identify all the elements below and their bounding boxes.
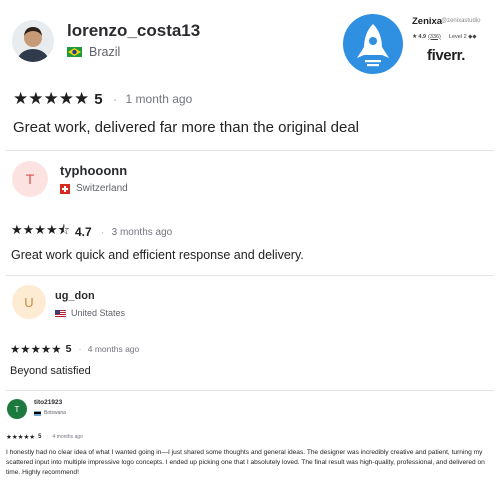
review-text: Great work quick and efficient response … <box>11 248 304 262</box>
star-rating-icon: ★★★★★ <box>13 89 90 108</box>
avatar-initial: T <box>14 404 20 414</box>
avatar-letter: U <box>12 285 46 319</box>
country-label: Brazil <box>89 45 121 59</box>
avatar-letter: T <box>7 399 27 419</box>
united-states-flag-icon <box>55 309 66 317</box>
rating-row: ★★★★★ 5 · 4 months ago <box>10 342 139 356</box>
divider <box>6 390 494 391</box>
rocket-icon <box>357 24 389 67</box>
rating-value: 5 <box>65 343 72 355</box>
review-text: I honestly had no clear idea of what I w… <box>6 449 485 476</box>
separator-dot: · <box>112 90 118 108</box>
rating-value: 5 <box>38 434 42 440</box>
country-label: Botswana <box>44 410 66 416</box>
rating-row: ★★★★⯪ 4.7 · 3 months ago <box>11 221 172 243</box>
seller-name[interactable]: Zenixa <box>412 16 442 27</box>
seller-logo <box>343 14 403 74</box>
star-icon: ★ <box>412 34 418 40</box>
review-date: 4 months ago <box>52 434 83 440</box>
country-label: Switzerland <box>76 183 128 194</box>
fiverr-logo: fiverr. <box>427 47 466 64</box>
brazil-flag-icon <box>67 47 82 57</box>
reviewer-name[interactable]: ug_don <box>55 290 95 302</box>
reviewer-country: United States <box>55 308 125 318</box>
review-date: 4 months ago <box>87 344 140 354</box>
rating-value: 4.7 <box>74 225 92 239</box>
switzerland-flag-icon <box>60 183 70 194</box>
review-text: Great work, delivered far more than the … <box>13 119 360 136</box>
separator-dot: · <box>100 225 105 239</box>
reviewer-country: Botswana <box>34 410 66 416</box>
star-rating-icon: ★★★★★ <box>10 344 62 356</box>
review-text: Beyond satisfied <box>10 365 91 377</box>
reviewer-name[interactable]: tito21923 <box>34 399 62 406</box>
review-date: 3 months ago <box>111 226 173 238</box>
divider <box>6 275 494 276</box>
seller-rating-row: ★ 4.9 (336) Level 2 ◆◆ <box>412 33 477 41</box>
country-label: United States <box>71 308 126 318</box>
reviewer-country: Brazil <box>67 45 120 59</box>
rating-row: ★★★★★ 5 · 1 month ago <box>13 89 192 109</box>
reviewer-name[interactable]: typhooonn <box>60 163 127 178</box>
avatar-letter: T <box>12 161 48 197</box>
divider <box>6 150 494 151</box>
review-date: 1 month ago <box>125 92 193 106</box>
seller-review-count: (336) <box>428 33 441 40</box>
seller-rating: 4.9 <box>418 33 427 40</box>
star-rating-icon: ★★★★★ <box>6 434 36 441</box>
avatar-photo <box>12 20 54 62</box>
separator-dot: · <box>78 343 82 355</box>
rating-row: ★★★★★ 5 · 4 months ago <box>6 433 83 441</box>
avatar-initial: U <box>24 294 34 310</box>
separator-dot: · <box>46 434 49 440</box>
rating-value: 5 <box>94 90 103 108</box>
seller-handle: @zenixastudio <box>441 18 481 24</box>
star-rating-icon: ★★★★⯪ <box>11 222 70 237</box>
reviewer-name[interactable]: lorenzo_costa13 <box>67 21 200 41</box>
user-photo-icon <box>12 20 54 62</box>
reviewer-country: Switzerland <box>60 183 128 194</box>
avatar-initial: T <box>25 171 35 187</box>
seller-level: Level 2 ◆◆ <box>448 33 477 40</box>
botswana-flag-icon <box>34 410 41 416</box>
